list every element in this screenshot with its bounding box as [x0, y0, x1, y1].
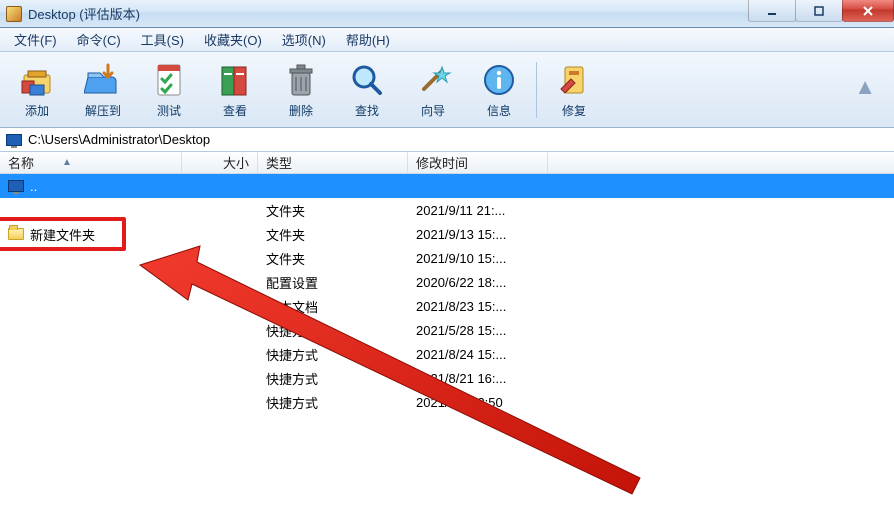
delete-icon — [281, 60, 321, 100]
toolbar-test[interactable]: 测试 — [136, 55, 202, 125]
cell-date: 2021/9/13 15:... — [408, 227, 548, 242]
address-path: C:\Users\Administrator\Desktop — [28, 132, 210, 147]
file-row[interactable]: 文件夹2021/9/10 15:... — [0, 246, 894, 270]
minimize-icon — [766, 5, 778, 17]
titlebar: Desktop (评估版本) — [0, 0, 894, 28]
file-name: .. — [30, 179, 37, 194]
file-row[interactable]: .. — [0, 174, 894, 198]
toolbar-wizard-label: 向导 — [421, 102, 445, 119]
extract-icon — [83, 60, 123, 100]
column-type[interactable]: 类型 — [258, 152, 408, 173]
cell-date: 2021/9/10 15:... — [408, 251, 548, 266]
minimize-button[interactable] — [748, 0, 796, 22]
sort-indicator-icon: ▲ — [62, 157, 72, 168]
close-icon — [862, 5, 874, 17]
toolbar-find[interactable]: 查找 — [334, 55, 400, 125]
file-row[interactable]: 新建文件夹 文件夹2021/9/13 15:... — [0, 222, 894, 246]
file-row[interactable]: 快捷方式2021/8/24 15:... — [0, 342, 894, 366]
menu-tools[interactable]: 工具(S) — [131, 27, 194, 52]
toolbar-add-label: 添加 — [25, 102, 49, 119]
file-row[interactable]: 文本文档2021/8/23 15:... — [0, 294, 894, 318]
window-buttons — [749, 0, 894, 22]
file-row[interactable]: 快捷方式2021/8/21 16:... — [0, 366, 894, 390]
address-bar[interactable]: C:\Users\Administrator\Desktop — [0, 128, 894, 152]
toolbar-wizard[interactable]: 向导 — [400, 55, 466, 125]
file-name: 新建文件夹 — [30, 225, 95, 244]
cell-name: .. — [0, 179, 182, 194]
cell-type: 文件夹 — [258, 201, 408, 220]
column-name-label: 名称 — [8, 153, 34, 172]
cell-type: 文件夹 — [258, 249, 408, 268]
cell-date: 2021/8/6 13:50 — [408, 395, 548, 410]
column-date[interactable]: 修改时间 — [408, 152, 548, 173]
cell-type: 文本文档 — [258, 297, 408, 316]
cell-date: 2021/8/24 15:... — [408, 347, 548, 362]
wizard-icon — [413, 60, 453, 100]
file-row[interactable]: 文件夹2021/9/11 21:... — [0, 198, 894, 222]
cell-type: 快捷方式 — [258, 393, 408, 412]
cell-type: 快捷方式 — [258, 321, 408, 340]
add-icon — [17, 60, 57, 100]
toolbar-info-label: 信息 — [487, 102, 511, 119]
toolbar-find-label: 查找 — [355, 102, 379, 119]
file-row[interactable]: 配置设置2020/6/22 18:... — [0, 270, 894, 294]
toolbar: 添加 解压到 测试 查看 删除 查找 向导 — [0, 52, 894, 128]
monitor-icon — [8, 180, 24, 192]
menu-favorites[interactable]: 收藏夹(O) — [194, 27, 272, 52]
cell-date: 2021/8/23 15:... — [408, 299, 548, 314]
info-icon — [479, 60, 519, 100]
close-button[interactable] — [842, 0, 894, 22]
toolbar-delete-label: 删除 — [289, 102, 313, 119]
column-size[interactable]: 大小 — [182, 152, 258, 173]
toolbar-view[interactable]: 查看 — [202, 55, 268, 125]
toolbar-extract[interactable]: 解压到 — [70, 55, 136, 125]
up-arrow-icon[interactable]: ▲ — [854, 74, 876, 100]
cell-name: 新建文件夹 — [0, 225, 182, 244]
menu-help[interactable]: 帮助(H) — [336, 27, 400, 52]
menu-file[interactable]: 文件(F) — [4, 27, 67, 52]
column-header: 名称 ▲ 大小 类型 修改时间 — [0, 152, 894, 174]
maximize-icon — [813, 5, 825, 17]
window-title: Desktop (评估版本) — [28, 4, 140, 23]
toolbar-info[interactable]: 信息 — [466, 55, 532, 125]
column-type-label: 类型 — [266, 153, 292, 172]
maximize-button[interactable] — [795, 0, 843, 22]
menubar: 文件(F) 命令(C) 工具(S) 收藏夹(O) 选项(N) 帮助(H) — [0, 28, 894, 52]
view-icon — [215, 60, 255, 100]
column-name[interactable]: 名称 ▲ — [0, 152, 182, 173]
toolbar-separator — [536, 62, 537, 118]
toolbar-test-label: 测试 — [157, 102, 181, 119]
menu-command[interactable]: 命令(C) — [67, 27, 131, 52]
cell-date: 2021/8/21 16:... — [408, 371, 548, 386]
cell-type: 配置设置 — [258, 273, 408, 292]
file-list[interactable]: ..文件夹2021/9/11 21:...新建文件夹文件夹2021/9/13 1… — [0, 174, 894, 515]
toolbar-add[interactable]: 添加 — [4, 55, 70, 125]
toolbar-extract-label: 解压到 — [85, 102, 121, 119]
file-row[interactable]: 快捷方式2021/8/6 13:50 — [0, 390, 894, 414]
menu-options[interactable]: 选项(N) — [272, 27, 336, 52]
app-icon — [6, 6, 22, 22]
find-icon — [347, 60, 387, 100]
cell-type: 文件夹 — [258, 225, 408, 244]
toolbar-view-label: 查看 — [223, 102, 247, 119]
cell-date: 2020/6/22 18:... — [408, 275, 548, 290]
drive-icon — [6, 134, 22, 146]
toolbar-repair[interactable]: 修复 — [541, 55, 607, 125]
folder-icon — [8, 228, 24, 240]
repair-icon — [554, 60, 594, 100]
test-icon — [149, 60, 189, 100]
column-size-label: 大小 — [223, 153, 249, 172]
column-date-label: 修改时间 — [416, 153, 468, 172]
cell-type: 快捷方式 — [258, 345, 408, 364]
cell-date: 2021/9/11 21:... — [408, 203, 548, 218]
cell-date: 2021/5/28 15:... — [408, 323, 548, 338]
toolbar-repair-label: 修复 — [562, 102, 586, 119]
toolbar-delete[interactable]: 删除 — [268, 55, 334, 125]
cell-type: 快捷方式 — [258, 369, 408, 388]
file-row[interactable]: 快捷方式2021/5/28 15:... — [0, 318, 894, 342]
